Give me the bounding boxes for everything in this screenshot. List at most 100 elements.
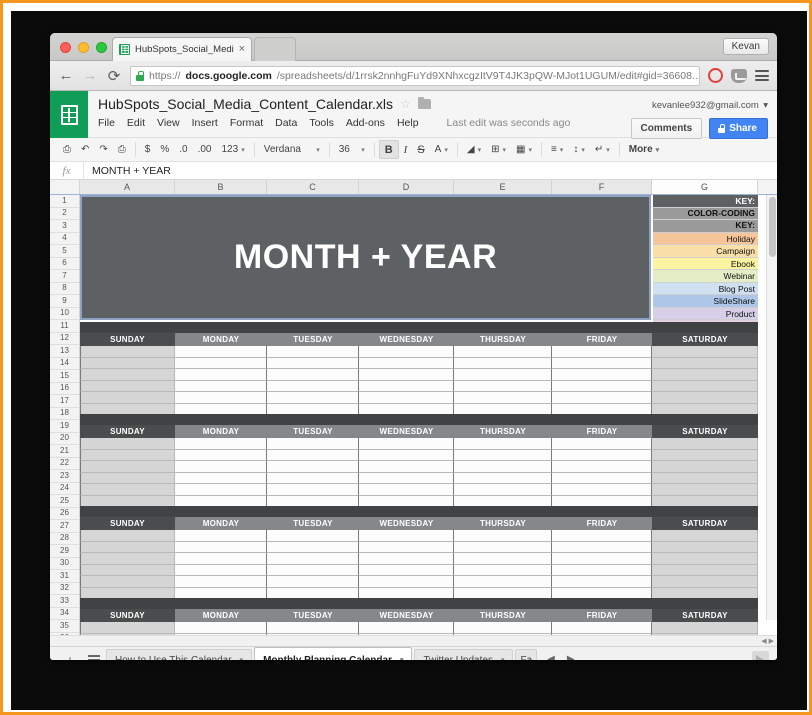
calendar-cell[interactable] — [454, 564, 552, 577]
row-header-34[interactable]: 34 — [50, 607, 79, 620]
menu-item-tools[interactable]: Tools — [309, 117, 334, 129]
calendar-cell[interactable] — [552, 346, 652, 358]
calendar-cell[interactable] — [359, 438, 454, 450]
calendar-cell[interactable] — [175, 346, 267, 358]
day-header-monday[interactable]: MONDAY — [175, 609, 267, 622]
calendar-cell[interactable] — [267, 576, 359, 588]
number-format-button[interactable]: 123 ▾ — [217, 140, 250, 159]
calendar-cell[interactable] — [267, 541, 359, 554]
merge-cells-button[interactable]: ▦ ▾ — [511, 140, 537, 159]
sheet-tab-monthly-planning-calendar[interactable]: Monthly Planning Calendar ▾ — [254, 647, 413, 660]
more-toolbar-button[interactable]: More ▾ — [624, 140, 664, 159]
row-header-21[interactable]: 21 — [50, 445, 79, 458]
calendar-cell[interactable] — [80, 541, 175, 554]
month-year-banner[interactable]: MONTH + YEAR — [80, 195, 651, 320]
day-header-wednesday[interactable]: WEDNESDAY — [359, 609, 454, 622]
chevron-down-icon[interactable]: ▾ — [501, 656, 505, 660]
day-header-sunday[interactable]: SUNDAY — [80, 425, 175, 438]
calendar-cell[interactable] — [652, 472, 758, 485]
row-header-23[interactable]: 23 — [50, 470, 79, 483]
row-header-9[interactable]: 9 — [50, 295, 79, 308]
row-header-11[interactable]: 11 — [50, 320, 79, 333]
row-header-31[interactable]: 31 — [50, 570, 79, 583]
calendar-cell[interactable] — [359, 541, 454, 554]
pocket-extension-icon[interactable] — [731, 68, 747, 83]
google-sheets-logo-icon[interactable] — [50, 91, 88, 138]
row-header-8[interactable]: 8 — [50, 282, 79, 295]
calendar-cell[interactable] — [552, 357, 652, 370]
vertical-scrollbar-thumb[interactable] — [769, 197, 776, 257]
calendar-cell[interactable] — [175, 633, 267, 635]
calendar-cell[interactable] — [175, 369, 267, 381]
row-header-26[interactable]: 26 — [50, 507, 79, 520]
day-header-saturday[interactable]: SATURDAY — [652, 609, 758, 622]
row-header-30[interactable]: 30 — [50, 557, 79, 570]
row-header-7[interactable]: 7 — [50, 270, 79, 283]
calendar-cell[interactable] — [652, 449, 758, 462]
calendar-cell[interactable] — [652, 541, 758, 554]
day-header-sunday[interactable]: SUNDAY — [80, 609, 175, 622]
calendar-cell[interactable] — [267, 530, 359, 542]
row-header-16[interactable]: 16 — [50, 382, 79, 395]
day-header-monday[interactable]: MONDAY — [175, 517, 267, 530]
calendar-cell[interactable] — [454, 461, 552, 473]
calendar-cell[interactable] — [552, 461, 652, 473]
day-header-saturday[interactable]: SATURDAY — [652, 425, 758, 438]
calendar-cell[interactable] — [80, 576, 175, 588]
day-header-friday[interactable]: FRIDAY — [552, 425, 652, 438]
calendar-cell[interactable] — [652, 622, 758, 634]
calendar-cell[interactable] — [80, 461, 175, 473]
calendar-cell[interactable] — [454, 553, 552, 565]
calendar-cell[interactable] — [80, 553, 175, 565]
maximize-window-button[interactable] — [96, 42, 107, 53]
calendar-cell[interactable] — [267, 380, 359, 393]
star-icon[interactable]: ☆ — [400, 97, 411, 111]
calendar-cell[interactable] — [359, 380, 454, 393]
reload-icon[interactable]: ⟳ — [106, 67, 122, 85]
day-header-thursday[interactable]: THURSDAY — [454, 609, 552, 622]
day-header-friday[interactable]: FRIDAY — [552, 609, 652, 622]
calendar-cell[interactable] — [175, 530, 267, 542]
row-header-33[interactable]: 33 — [50, 595, 79, 608]
comments-button[interactable]: Comments — [630, 118, 703, 139]
row-header-4[interactable]: 4 — [50, 232, 79, 245]
decrease-decimal-button[interactable]: .0 — [174, 140, 192, 159]
column-header-c[interactable]: C — [267, 180, 359, 194]
row-header-24[interactable]: 24 — [50, 482, 79, 495]
select-all-corner[interactable] — [50, 180, 80, 194]
paint-format-icon[interactable]: ⎙ — [113, 140, 131, 159]
calendar-cell[interactable] — [267, 633, 359, 635]
calendar-cell[interactable] — [552, 553, 652, 565]
calendar-cell[interactable] — [552, 484, 652, 496]
calendar-cell[interactable] — [80, 622, 175, 634]
explore-icon[interactable] — [752, 651, 769, 660]
calendar-cell[interactable] — [552, 392, 652, 404]
scroll-left-icon[interactable]: ◀ — [761, 637, 766, 645]
text-wrap-button[interactable]: ↵ ▾ — [590, 140, 615, 159]
day-header-wednesday[interactable]: WEDNESDAY — [359, 333, 454, 346]
calendar-cell[interactable] — [552, 449, 652, 462]
row-header-32[interactable]: 32 — [50, 582, 79, 595]
row-header-15[interactable]: 15 — [50, 370, 79, 383]
menu-item-help[interactable]: Help — [397, 117, 419, 129]
sheet-tab-twitter-updates[interactable]: Twitter Updates ▾ — [414, 648, 514, 660]
calendar-cell[interactable] — [454, 622, 552, 634]
calendar-cell[interactable] — [552, 633, 652, 635]
row-header-14[interactable]: 14 — [50, 357, 79, 370]
calendar-cell[interactable] — [454, 346, 552, 358]
row-header-2[interactable]: 2 — [50, 207, 79, 220]
font-size-select[interactable]: 36 ▾ — [334, 140, 370, 159]
forward-icon[interactable]: → — [82, 67, 98, 84]
column-header-b[interactable]: B — [175, 180, 267, 194]
calendar-cell[interactable] — [454, 484, 552, 496]
calendar-cell[interactable] — [454, 438, 552, 450]
calendar-cell[interactable] — [652, 576, 758, 588]
calendar-cell[interactable] — [552, 380, 652, 393]
calendar-cell[interactable] — [175, 541, 267, 554]
calendar-cell[interactable] — [359, 633, 454, 635]
calendar-cell[interactable] — [652, 438, 758, 450]
calendar-cell[interactable] — [652, 461, 758, 473]
row-header-20[interactable]: 20 — [50, 432, 79, 445]
calendar-cell[interactable] — [175, 438, 267, 450]
calendar-cell[interactable] — [175, 357, 267, 370]
